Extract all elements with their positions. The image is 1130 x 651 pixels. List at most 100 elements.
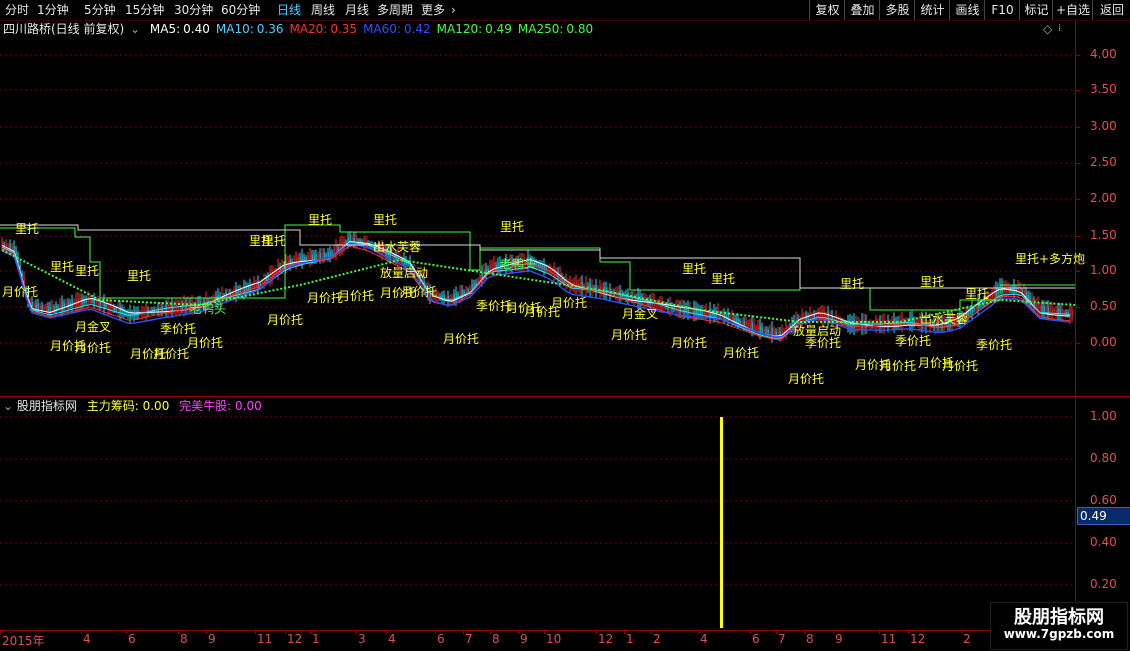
candle-body <box>327 252 329 258</box>
tab-timeframe-4[interactable]: 30分钟 <box>174 0 213 20</box>
toolbar-button-1[interactable]: 叠加 <box>844 0 880 20</box>
tab-timeframe-8[interactable]: 月线 <box>345 0 369 20</box>
tab-timeframe-5[interactable]: 60分钟 <box>221 0 260 20</box>
signal-label: 月金叉 <box>622 307 659 321</box>
ma-label-2: MA20: <box>289 22 328 36</box>
candle-body <box>49 306 51 313</box>
tab-timeframe-2[interactable]: 5分钟 <box>84 0 116 20</box>
tick-mark <box>1075 163 1080 164</box>
candle-body <box>303 256 305 261</box>
tab-timeframe-0[interactable]: 分时 <box>5 0 29 20</box>
toolbar-button-5[interactable]: F10 <box>984 0 1020 20</box>
candle-body <box>111 305 113 310</box>
perfect-bull-value: 0.00 <box>235 399 262 413</box>
candle-body <box>1059 308 1061 316</box>
tab-timeframe-3[interactable]: 15分钟 <box>125 0 164 20</box>
ma-value-5: 0.80 <box>566 22 594 36</box>
candle-body <box>763 329 765 333</box>
candle-body <box>39 305 41 309</box>
candle-body <box>57 306 59 310</box>
candle-body <box>487 268 489 272</box>
diamond-icon[interactable]: ◇ <box>1043 20 1052 38</box>
toolbar-button-0[interactable]: 复权 <box>809 0 845 20</box>
candle-body <box>739 320 741 324</box>
date-label: 2 <box>963 632 971 646</box>
candle-body <box>95 300 97 304</box>
chevron-down-icon[interactable]: ⌄ <box>130 22 140 36</box>
candle-body <box>745 321 747 327</box>
indicator-title[interactable]: 股朋指标网 <box>17 399 77 413</box>
candle-body <box>747 323 749 327</box>
price-tick: 2.00 <box>1090 191 1117 205</box>
ma-label-3: MA60: <box>363 22 401 36</box>
date-tick <box>81 630 82 634</box>
date-tick <box>750 630 751 634</box>
candle-body <box>345 241 347 244</box>
date-tick <box>285 630 286 634</box>
date-label: 11 <box>881 632 897 646</box>
date-tick <box>518 630 519 634</box>
date-label: 10 <box>546 632 562 646</box>
candle-body <box>333 248 335 254</box>
signal-label: 月价托 <box>880 359 917 373</box>
candle-body <box>323 252 325 258</box>
ma-label-4: MA120: <box>436 22 483 36</box>
candle-body <box>55 305 57 311</box>
main-chip-value: 0.00 <box>142 399 170 413</box>
toolbar-button-8[interactable]: 返回 <box>1092 0 1130 20</box>
tab-timeframe-1[interactable]: 1分钟 <box>37 0 69 20</box>
signal-label: 出水芙蓉 <box>373 240 422 254</box>
candle-body <box>313 254 315 260</box>
date-label: 12 <box>287 632 303 646</box>
date-label: 2 <box>653 632 661 646</box>
date-tick <box>961 630 962 634</box>
date-tick <box>310 630 311 634</box>
resize-handle-icon[interactable]: ⁞ <box>1058 20 1061 38</box>
date-label: 4 <box>83 632 91 646</box>
collapse-icon[interactable]: ⌄ <box>3 399 13 413</box>
price-tick: 2.50 <box>1090 155 1117 169</box>
tab-timeframe-6[interactable]: 日线 <box>277 0 301 20</box>
candle-body <box>491 264 493 270</box>
candle-body <box>15 250 17 256</box>
signal-label: 里托 <box>15 222 40 236</box>
candle-body <box>757 325 759 332</box>
watermark-title: 股朋指标网 <box>1014 607 1104 628</box>
candle-body <box>769 329 771 335</box>
signal-label: 里托 <box>920 275 945 289</box>
candle-body <box>475 281 477 285</box>
candle-body <box>285 260 287 268</box>
stock-title[interactable]: 四川路桥(日线 前复权) <box>3 22 124 36</box>
indicator-chart[interactable] <box>0 415 1075 630</box>
toolbar-button-3[interactable]: 统计 <box>914 0 950 20</box>
date-tick <box>356 630 357 634</box>
candle-body <box>35 303 37 309</box>
candle-body <box>311 254 313 261</box>
chevron-right-icon[interactable]: › <box>451 0 456 20</box>
toolbar-button-6[interactable]: 标记 <box>1019 0 1053 20</box>
date-label: 8 <box>806 632 814 646</box>
signal-label: 里托 <box>373 213 398 227</box>
tab-timeframe-10[interactable]: 更多 <box>421 0 445 20</box>
tab-timeframe-7[interactable]: 周线 <box>311 0 335 20</box>
toolbar-button-2[interactable]: 多股 <box>879 0 915 20</box>
price-tick: 1.00 <box>1090 263 1117 277</box>
signal-label: 月价托 <box>443 332 480 346</box>
candle-body <box>975 305 977 310</box>
date-label: 12 <box>910 632 926 646</box>
date-label: 3 <box>358 632 366 646</box>
candle-body <box>129 310 131 318</box>
toolbar-button-4[interactable]: 画线 <box>949 0 985 20</box>
candle-body <box>71 300 73 307</box>
date-label: 8 <box>492 632 500 646</box>
candle-body <box>743 320 745 326</box>
candle-body <box>331 251 333 255</box>
tab-timeframe-9[interactable]: 多周期 <box>377 0 413 20</box>
signal-label: 里托 <box>500 220 525 234</box>
price-tick: 0.50 <box>1090 299 1117 313</box>
toolbar-button-7[interactable]: +自选 <box>1052 0 1093 20</box>
ma-value-1: 0.36 <box>256 22 284 36</box>
candle-body <box>43 306 45 310</box>
tick-mark <box>1075 199 1080 200</box>
candle-body <box>33 303 35 308</box>
